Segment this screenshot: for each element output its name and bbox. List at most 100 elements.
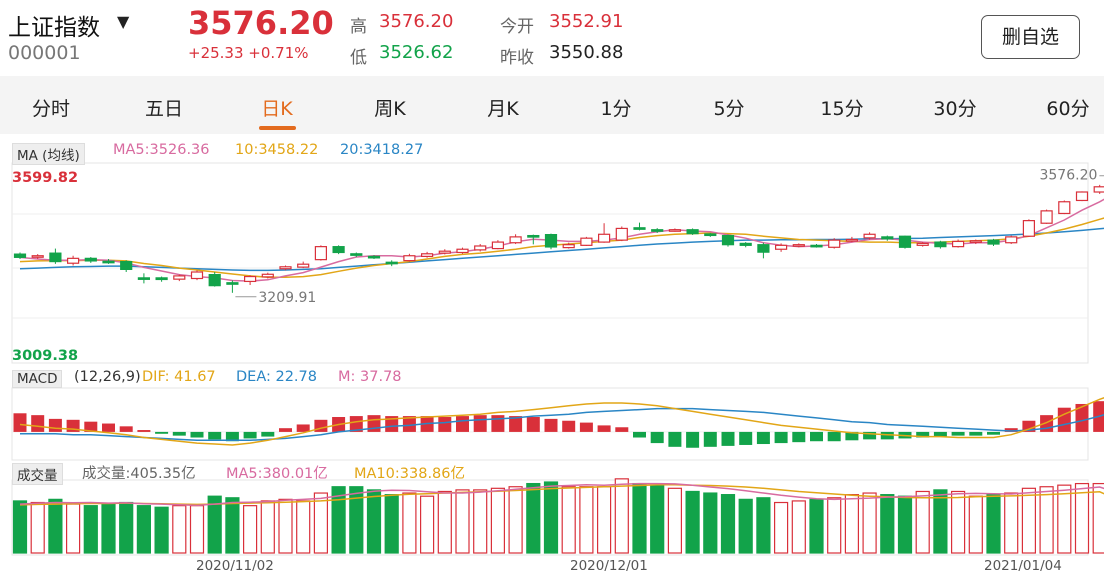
candle: [898, 235, 912, 249]
price-axis-min: 3009.38: [12, 348, 79, 364]
volume-bar: [827, 497, 842, 554]
candle: [615, 226, 628, 242]
volume-bar: [437, 490, 452, 554]
macd-bar: [756, 431, 770, 445]
candle-body: [828, 239, 841, 248]
candle-body: [987, 239, 1000, 245]
volume-bar: [1021, 487, 1037, 554]
dif-line: [19, 396, 1104, 446]
candle-body: [969, 240, 982, 243]
volume-bar: [101, 503, 116, 554]
macd-bar: [969, 431, 983, 436]
kline-chart[interactable]: 3576.20 3209.91: [0, 0, 1104, 578]
volume-bar: [880, 494, 895, 554]
candle: [544, 233, 558, 250]
candle: [757, 242, 770, 259]
volume-bar: [632, 482, 647, 554]
volume-bar: [384, 494, 399, 554]
candle-body: [934, 241, 947, 248]
candle: [226, 280, 239, 293]
candle: [66, 255, 80, 266]
candle: [49, 248, 62, 264]
volume-bar: [986, 494, 1001, 554]
volume-bar: [950, 490, 966, 554]
candle-body: [1040, 210, 1053, 224]
volume-bar: [172, 505, 187, 554]
candle-body: [261, 273, 274, 278]
candle: [597, 223, 611, 243]
candle-body: [155, 277, 168, 281]
candle: [1040, 209, 1053, 224]
candle-body: [509, 236, 522, 244]
candle: [828, 238, 841, 249]
macd-bar: [261, 431, 275, 437]
volume-bar: [614, 478, 629, 554]
volume-bar: [579, 486, 594, 554]
volume-bar: [667, 487, 683, 554]
candle-body: [13, 253, 27, 258]
candle: [1075, 191, 1089, 202]
macd-bar: [810, 431, 823, 442]
volume-badge[interactable]: 成交量: [12, 463, 63, 485]
candle: [739, 242, 752, 248]
candle: [987, 238, 1000, 246]
volume-bar: [543, 481, 559, 554]
candle: [244, 275, 257, 286]
vol-ma10-legend: MA10:338.86亿: [354, 466, 466, 482]
volume-bar: [791, 500, 806, 554]
candle: [190, 270, 204, 281]
date-label-1: 2020/11/02: [196, 558, 274, 574]
volume-bar: [473, 489, 488, 554]
volume-bar: [862, 492, 877, 554]
candle-body: [1075, 191, 1089, 202]
low-marker-label: 3209.91: [258, 290, 316, 306]
dea-legend: DEA: 22.78: [236, 369, 317, 385]
macd-bar: [48, 418, 62, 432]
candle-body: [1022, 220, 1036, 237]
macd-badge[interactable]: MACD: [12, 370, 63, 388]
macd-bar: [827, 431, 841, 442]
volume-bar: [136, 505, 151, 554]
macd-bar: [296, 424, 310, 432]
candle: [934, 240, 947, 249]
macd-bar: [119, 426, 133, 432]
macd-lines: [19, 396, 1104, 446]
macd-bars: [13, 401, 1104, 448]
candle: [385, 260, 398, 267]
volume-bar: [296, 500, 311, 554]
candle: [84, 257, 97, 263]
candle: [155, 276, 168, 282]
macd-bar: [739, 431, 753, 445]
candle: [1022, 219, 1036, 237]
candle: [332, 245, 345, 255]
candle: [668, 228, 682, 232]
candle-body: [226, 282, 239, 285]
macd-bar: [562, 420, 576, 432]
volume-bar: [1074, 482, 1090, 554]
candle: [173, 274, 186, 282]
volume-bar: [1092, 482, 1104, 554]
macd-bar: [102, 423, 115, 432]
candle-body: [757, 244, 770, 253]
volume-bar: [260, 500, 275, 554]
ma-badge[interactable]: MA (均线): [12, 143, 85, 165]
candle: [1093, 184, 1104, 194]
candle: [721, 234, 735, 247]
candle: [509, 234, 522, 245]
candle: [208, 271, 221, 287]
volume-bar: [1004, 492, 1019, 554]
candle-body: [597, 233, 611, 243]
volume-bar: [968, 495, 983, 554]
macd-bar: [579, 422, 593, 432]
candle-body: [456, 248, 469, 254]
macd-bar: [31, 415, 45, 432]
macd-bar: [1057, 407, 1071, 432]
candle-body: [332, 246, 345, 254]
volume-bar: [225, 497, 240, 554]
candle-body: [881, 236, 894, 240]
volume-bar: [83, 505, 98, 554]
macd-bar: [774, 431, 788, 444]
candle-body: [863, 233, 876, 239]
candle-body: [491, 241, 504, 250]
volume-bar: [685, 490, 700, 554]
